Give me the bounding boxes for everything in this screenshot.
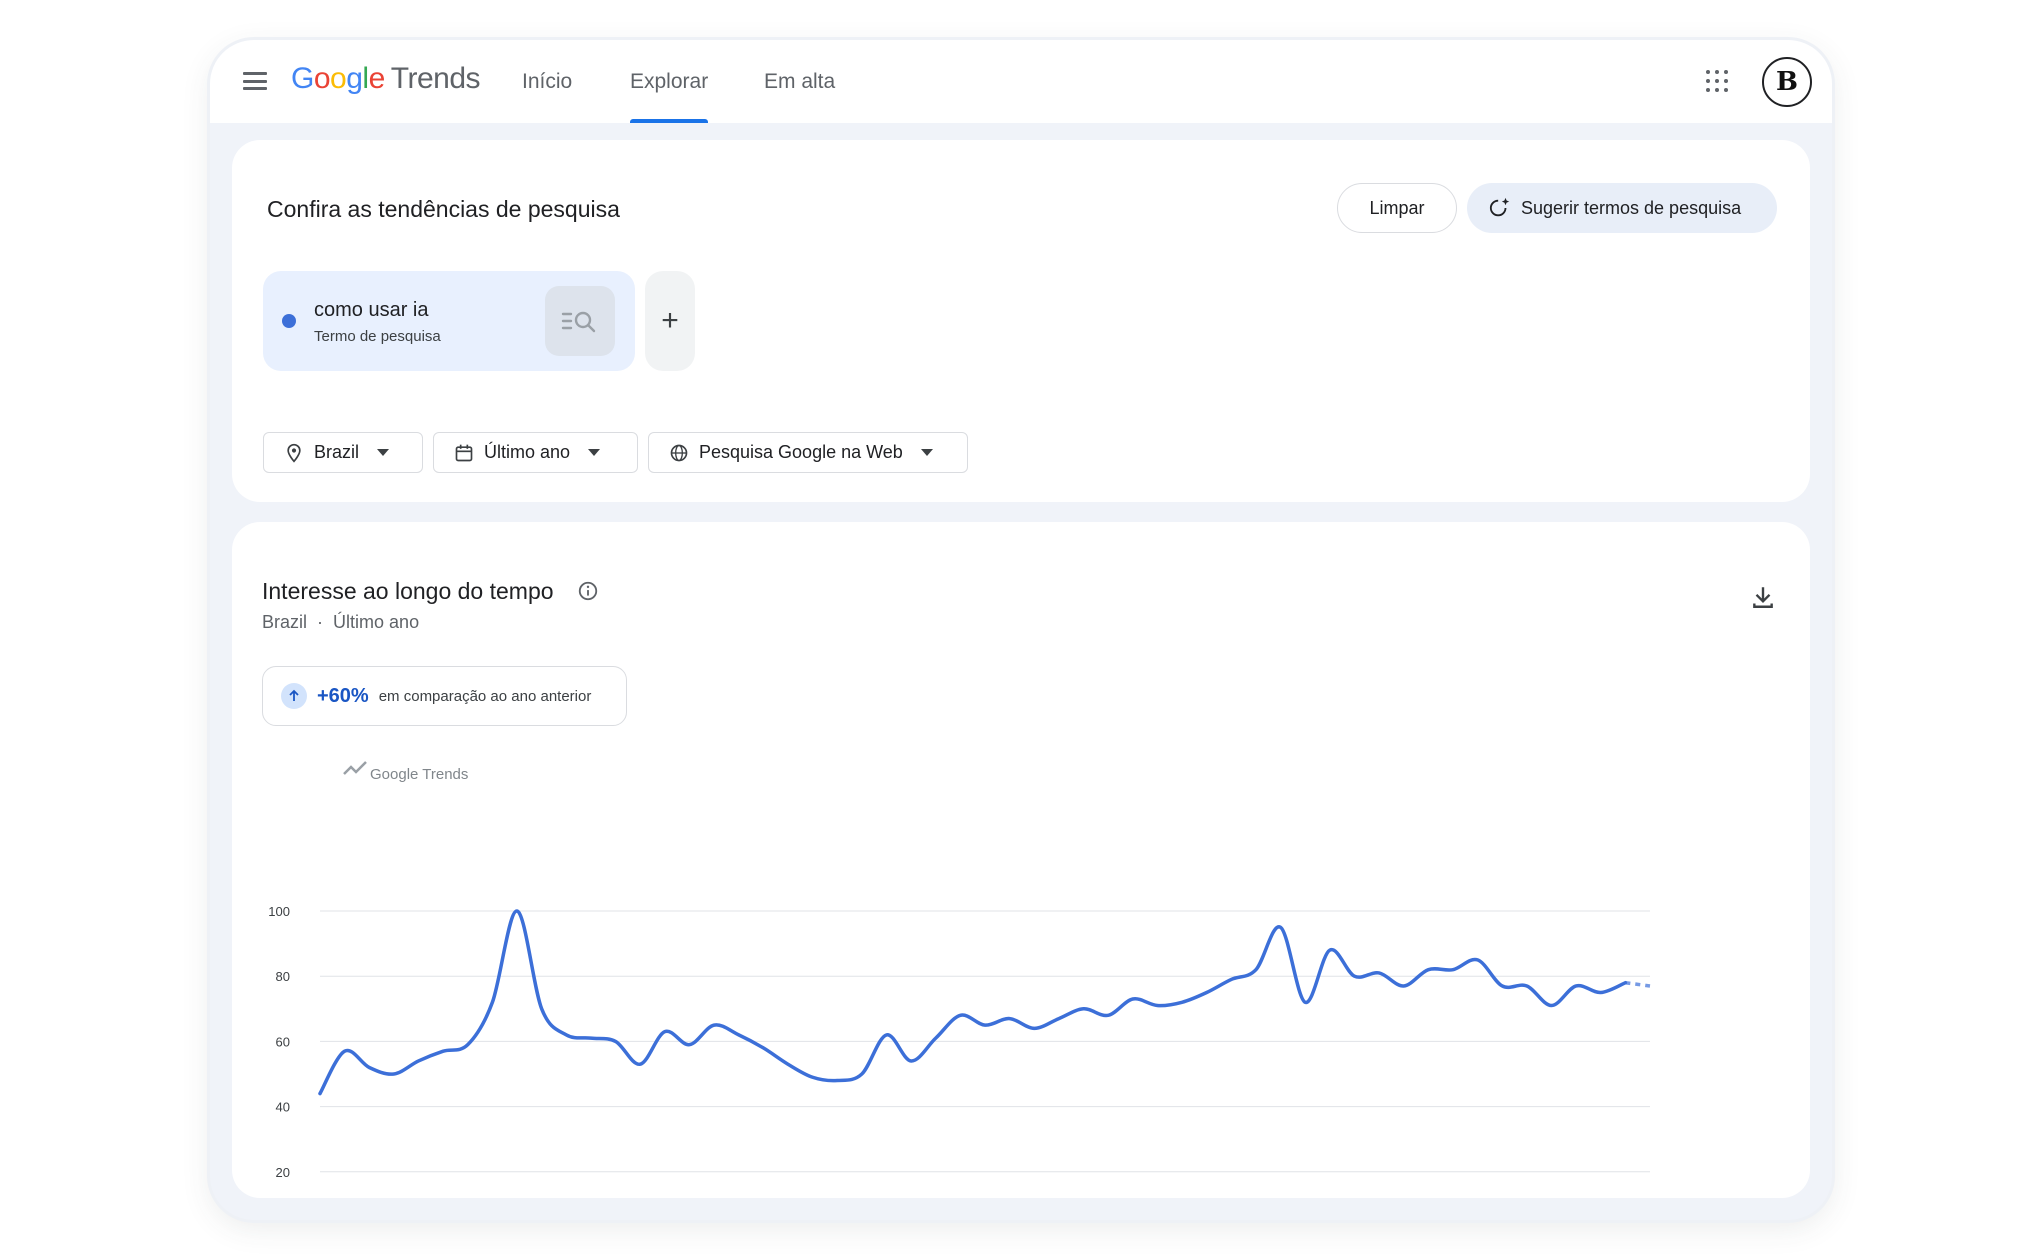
top-bar: Google Trends Início Explorar Em alta B <box>210 40 1832 123</box>
location-pin-icon <box>287 443 301 463</box>
data-point[interactable] <box>1028 1022 1040 1034</box>
data-point[interactable] <box>782 1058 794 1070</box>
data-point[interactable] <box>536 1003 548 1015</box>
series-line <box>318 909 1628 1096</box>
data-point[interactable] <box>807 1071 819 1083</box>
data-point[interactable] <box>905 1055 917 1067</box>
suggest-terms-button[interactable]: Sugerir termos de pesquisa <box>1467 183 1777 233</box>
data-point[interactable] <box>880 1029 892 1041</box>
data-point[interactable] <box>1447 964 1459 976</box>
data-point[interactable] <box>1373 967 1385 979</box>
panel-title: Confira as tendências de pesquisa <box>267 196 620 222</box>
chevron-down-icon <box>377 449 390 456</box>
property-filter[interactable]: Pesquisa Google na Web <box>648 432 968 473</box>
data-point[interactable] <box>1644 980 1656 992</box>
data-point[interactable] <box>1004 1013 1016 1025</box>
interest-over-time-card: Interesse ao longo do tempo Brazil · Últ… <box>232 522 1810 1198</box>
data-point[interactable] <box>1078 1003 1090 1015</box>
data-point[interactable] <box>683 1039 695 1051</box>
globe-icon <box>670 444 688 461</box>
data-point[interactable] <box>1275 921 1287 933</box>
data-point[interactable] <box>486 996 498 1008</box>
data-point[interactable] <box>388 1068 400 1080</box>
watermark: Google Trends <box>343 761 468 783</box>
data-point[interactable] <box>437 1045 449 1057</box>
clear-button[interactable]: Limpar <box>1337 183 1457 233</box>
app-window: Google Trends Início Explorar Em alta B C… <box>210 40 1832 1220</box>
y-tick-label: 40 <box>276 1100 290 1115</box>
y-tick-label: 100 <box>268 904 290 919</box>
data-point[interactable] <box>1176 996 1188 1008</box>
data-point[interactable] <box>1398 980 1410 992</box>
series-color-dot <box>282 314 296 328</box>
data-point[interactable] <box>1570 980 1582 992</box>
data-point[interactable] <box>1299 996 1311 1008</box>
search-list-icon <box>561 311 596 333</box>
y-tick-label: 60 <box>276 1034 290 1049</box>
data-point[interactable] <box>314 1088 326 1100</box>
data-point[interactable] <box>1250 964 1262 976</box>
data-point[interactable] <box>462 1039 474 1051</box>
data-point[interactable] <box>1127 993 1139 1005</box>
data-point[interactable] <box>1422 964 1434 976</box>
data-point[interactable] <box>610 1035 622 1047</box>
data-point[interactable] <box>856 1068 868 1080</box>
data-point[interactable] <box>363 1061 375 1073</box>
data-point[interactable] <box>1324 944 1336 956</box>
y-tick-label: 20 <box>276 1165 290 1180</box>
sparkle-icon <box>1489 197 1510 217</box>
calendar-icon <box>455 444 473 461</box>
data-point[interactable] <box>930 1032 942 1044</box>
data-point[interactable] <box>757 1042 769 1054</box>
menu-icon[interactable] <box>242 70 268 92</box>
data-point[interactable] <box>954 1009 966 1021</box>
region-filter[interactable]: Brazil <box>263 432 423 473</box>
data-point[interactable] <box>659 1026 671 1038</box>
tab-explorar[interactable]: Explorar <box>630 40 709 123</box>
avatar[interactable]: B <box>1762 57 1812 107</box>
data-point[interactable] <box>511 905 523 917</box>
data-point[interactable] <box>560 1029 572 1041</box>
tab-em-alta[interactable]: Em alta <box>764 40 835 123</box>
data-point[interactable] <box>831 1075 843 1087</box>
data-point[interactable] <box>1521 980 1533 992</box>
data-point[interactable] <box>1102 1009 1114 1021</box>
data-point[interactable] <box>1545 1000 1557 1012</box>
add-term-button[interactable]: + <box>645 271 695 371</box>
data-point[interactable] <box>413 1055 425 1067</box>
interest-line-chart[interactable]: 020406080100 Google Trends outubro2026ab… <box>232 522 1810 1198</box>
active-tab-indicator <box>630 119 709 123</box>
search-term-card[interactable]: como usar ia Termo de pesquisa <box>263 271 635 371</box>
data-point[interactable] <box>1472 954 1484 966</box>
search-panel: Confira as tendências de pesquisa Limpar… <box>232 140 1810 502</box>
data-point[interactable] <box>1053 1013 1065 1025</box>
data-point[interactable] <box>1619 977 1631 989</box>
chevron-down-icon <box>588 449 601 456</box>
data-point[interactable] <box>634 1058 646 1070</box>
period-filter[interactable]: Último ano <box>433 432 638 473</box>
data-point[interactable] <box>585 1032 597 1044</box>
google-trends-logo[interactable]: Google Trends <box>291 62 481 96</box>
term-search-icon[interactable] <box>545 286 615 356</box>
svg-text:Google Trends: Google Trends <box>370 766 468 783</box>
data-point[interactable] <box>1496 980 1508 992</box>
chevron-down-icon <box>920 449 933 456</box>
term-name: como usar ia <box>314 299 429 321</box>
data-point[interactable] <box>1595 987 1607 999</box>
term-type: Termo de pesquisa <box>314 328 441 345</box>
apps-grid-icon[interactable] <box>1706 70 1728 92</box>
data-point[interactable] <box>733 1029 745 1041</box>
data-point[interactable] <box>708 1019 720 1031</box>
data-point[interactable] <box>1225 973 1237 985</box>
data-point[interactable] <box>1201 987 1213 999</box>
data-point[interactable] <box>339 1045 351 1057</box>
data-point[interactable] <box>979 1019 991 1031</box>
data-point[interactable] <box>1151 1000 1163 1012</box>
data-point[interactable] <box>1348 970 1360 982</box>
y-tick-label: 80 <box>276 969 290 984</box>
tab-inicio[interactable]: Início <box>522 40 572 123</box>
